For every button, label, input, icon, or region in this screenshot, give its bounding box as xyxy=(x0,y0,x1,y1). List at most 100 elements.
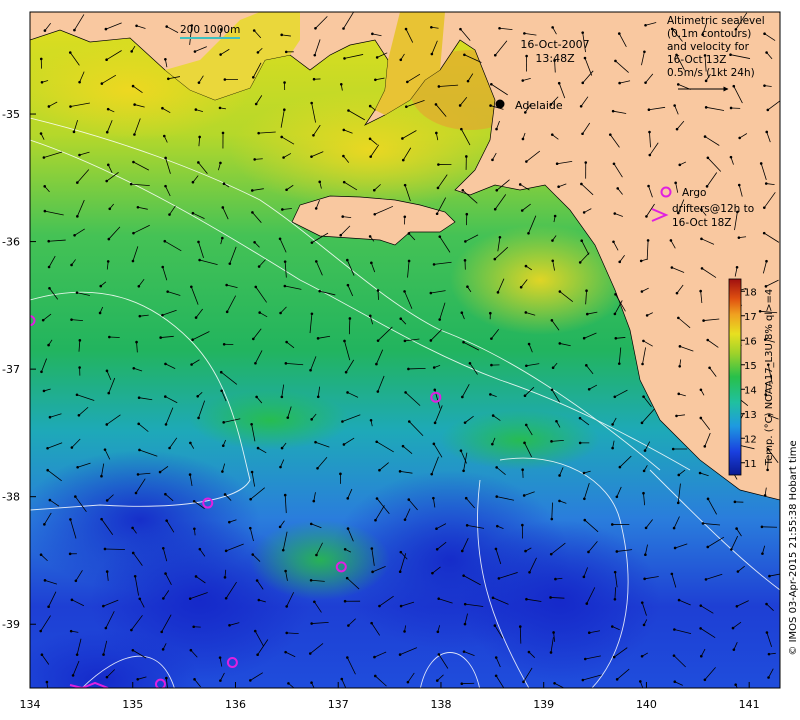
velocity-origin xyxy=(339,82,343,86)
velocity-origin xyxy=(678,364,682,368)
velocity-origin xyxy=(313,53,317,57)
velocity-origin xyxy=(256,51,260,54)
velocity-origin xyxy=(135,340,138,344)
velocity-origin xyxy=(398,470,402,473)
velocity-origin xyxy=(345,576,349,580)
velocity-origin xyxy=(737,236,741,239)
velocity-origin xyxy=(254,285,258,289)
velocity-origin xyxy=(74,495,77,498)
velocity-origin xyxy=(309,368,312,372)
velocity-origin xyxy=(48,498,52,502)
velocity-origin xyxy=(138,597,142,601)
velocity-origin xyxy=(490,337,493,340)
velocity-origin xyxy=(640,601,644,604)
velocity-arrow xyxy=(348,318,351,335)
velocity-origin xyxy=(105,58,108,61)
colorbar-tick-label: 17 xyxy=(744,312,757,323)
velocity-origin xyxy=(553,214,557,218)
velocity-origin xyxy=(279,311,282,315)
velocity-origin xyxy=(647,108,651,112)
velocity-origin xyxy=(368,314,372,318)
velocity-origin xyxy=(493,53,497,57)
velocity-origin xyxy=(102,604,105,608)
velocity-origin xyxy=(436,186,440,190)
velocity-origin xyxy=(310,622,313,625)
velocity-origin xyxy=(76,465,79,469)
velocity-origin xyxy=(346,258,349,262)
velocity-origin xyxy=(581,81,585,85)
velocity-origin xyxy=(46,446,49,450)
velocity-origin xyxy=(105,369,109,373)
velocity-origin xyxy=(490,363,493,367)
velocity-origin xyxy=(460,127,463,131)
velocity-origin xyxy=(41,318,45,322)
velocity-origin xyxy=(165,519,168,522)
velocity-origin xyxy=(550,517,554,521)
velocity-origin xyxy=(495,127,498,131)
velocity-origin xyxy=(370,261,373,265)
velocity-origin xyxy=(458,104,462,107)
velocity-origin xyxy=(401,158,405,162)
velocity-origin xyxy=(493,624,497,627)
velocity-origin xyxy=(136,678,140,681)
velocity-origin xyxy=(309,578,313,582)
velocity-origin xyxy=(431,571,434,575)
velocity-origin xyxy=(399,604,403,608)
velocity-origin xyxy=(437,653,441,656)
velocity-origin xyxy=(73,28,76,32)
velocity-origin xyxy=(521,137,525,141)
velocity-origin xyxy=(459,27,462,31)
velocity-origin xyxy=(283,284,287,288)
velocity-origin xyxy=(647,184,650,188)
velocity-origin xyxy=(496,524,499,528)
velocity-origin xyxy=(40,370,43,374)
velocity-origin xyxy=(768,574,771,578)
velocity-origin xyxy=(766,468,769,472)
velocity-origin xyxy=(764,182,768,185)
velocity-origin xyxy=(219,53,222,56)
velocity-origin xyxy=(403,215,407,219)
velocity-origin xyxy=(164,362,167,366)
velocity-origin xyxy=(610,523,614,526)
velocity-origin xyxy=(346,497,350,500)
velocity-origin xyxy=(558,290,562,293)
velocity-origin xyxy=(678,345,682,348)
velocity-origin xyxy=(404,27,408,31)
velocity-origin xyxy=(164,58,167,61)
velocity-origin xyxy=(228,262,232,265)
velocity-origin xyxy=(435,527,438,530)
velocity-origin xyxy=(401,444,405,448)
velocity-origin xyxy=(617,362,621,365)
velocity-origin xyxy=(280,135,284,139)
velocity-origin xyxy=(678,163,682,167)
velocity-origin xyxy=(310,312,314,316)
velocity-origin xyxy=(522,494,526,497)
velocity-origin xyxy=(47,239,51,243)
velocity-origin xyxy=(164,423,168,426)
velocity-origin xyxy=(498,26,501,30)
velocity-origin xyxy=(640,290,644,293)
velocity-origin xyxy=(762,206,766,209)
velocity-origin xyxy=(283,260,287,263)
velocity-origin xyxy=(194,108,198,111)
velocity-origin xyxy=(404,391,407,394)
velocity-origin xyxy=(312,499,316,503)
velocity-origin xyxy=(106,260,110,263)
velocity-origin xyxy=(278,237,282,241)
colorbar-tick-label: 14 xyxy=(744,385,757,396)
velocity-origin xyxy=(218,656,222,659)
velocity-origin xyxy=(491,414,495,417)
velocity-origin xyxy=(430,472,434,476)
velocity-origin xyxy=(221,131,225,135)
velocity-origin xyxy=(614,337,618,340)
velocity-origin xyxy=(47,265,51,269)
velocity-origin xyxy=(285,188,288,192)
x-tick-label: 141 xyxy=(739,698,760,711)
velocity-origin xyxy=(519,285,523,289)
adelaide-marker xyxy=(495,99,505,109)
velocity-origin xyxy=(558,342,562,345)
velocity-origin xyxy=(284,650,287,654)
velocity-origin xyxy=(340,677,344,681)
velocity-origin xyxy=(133,133,136,136)
velocity-origin xyxy=(729,106,733,110)
